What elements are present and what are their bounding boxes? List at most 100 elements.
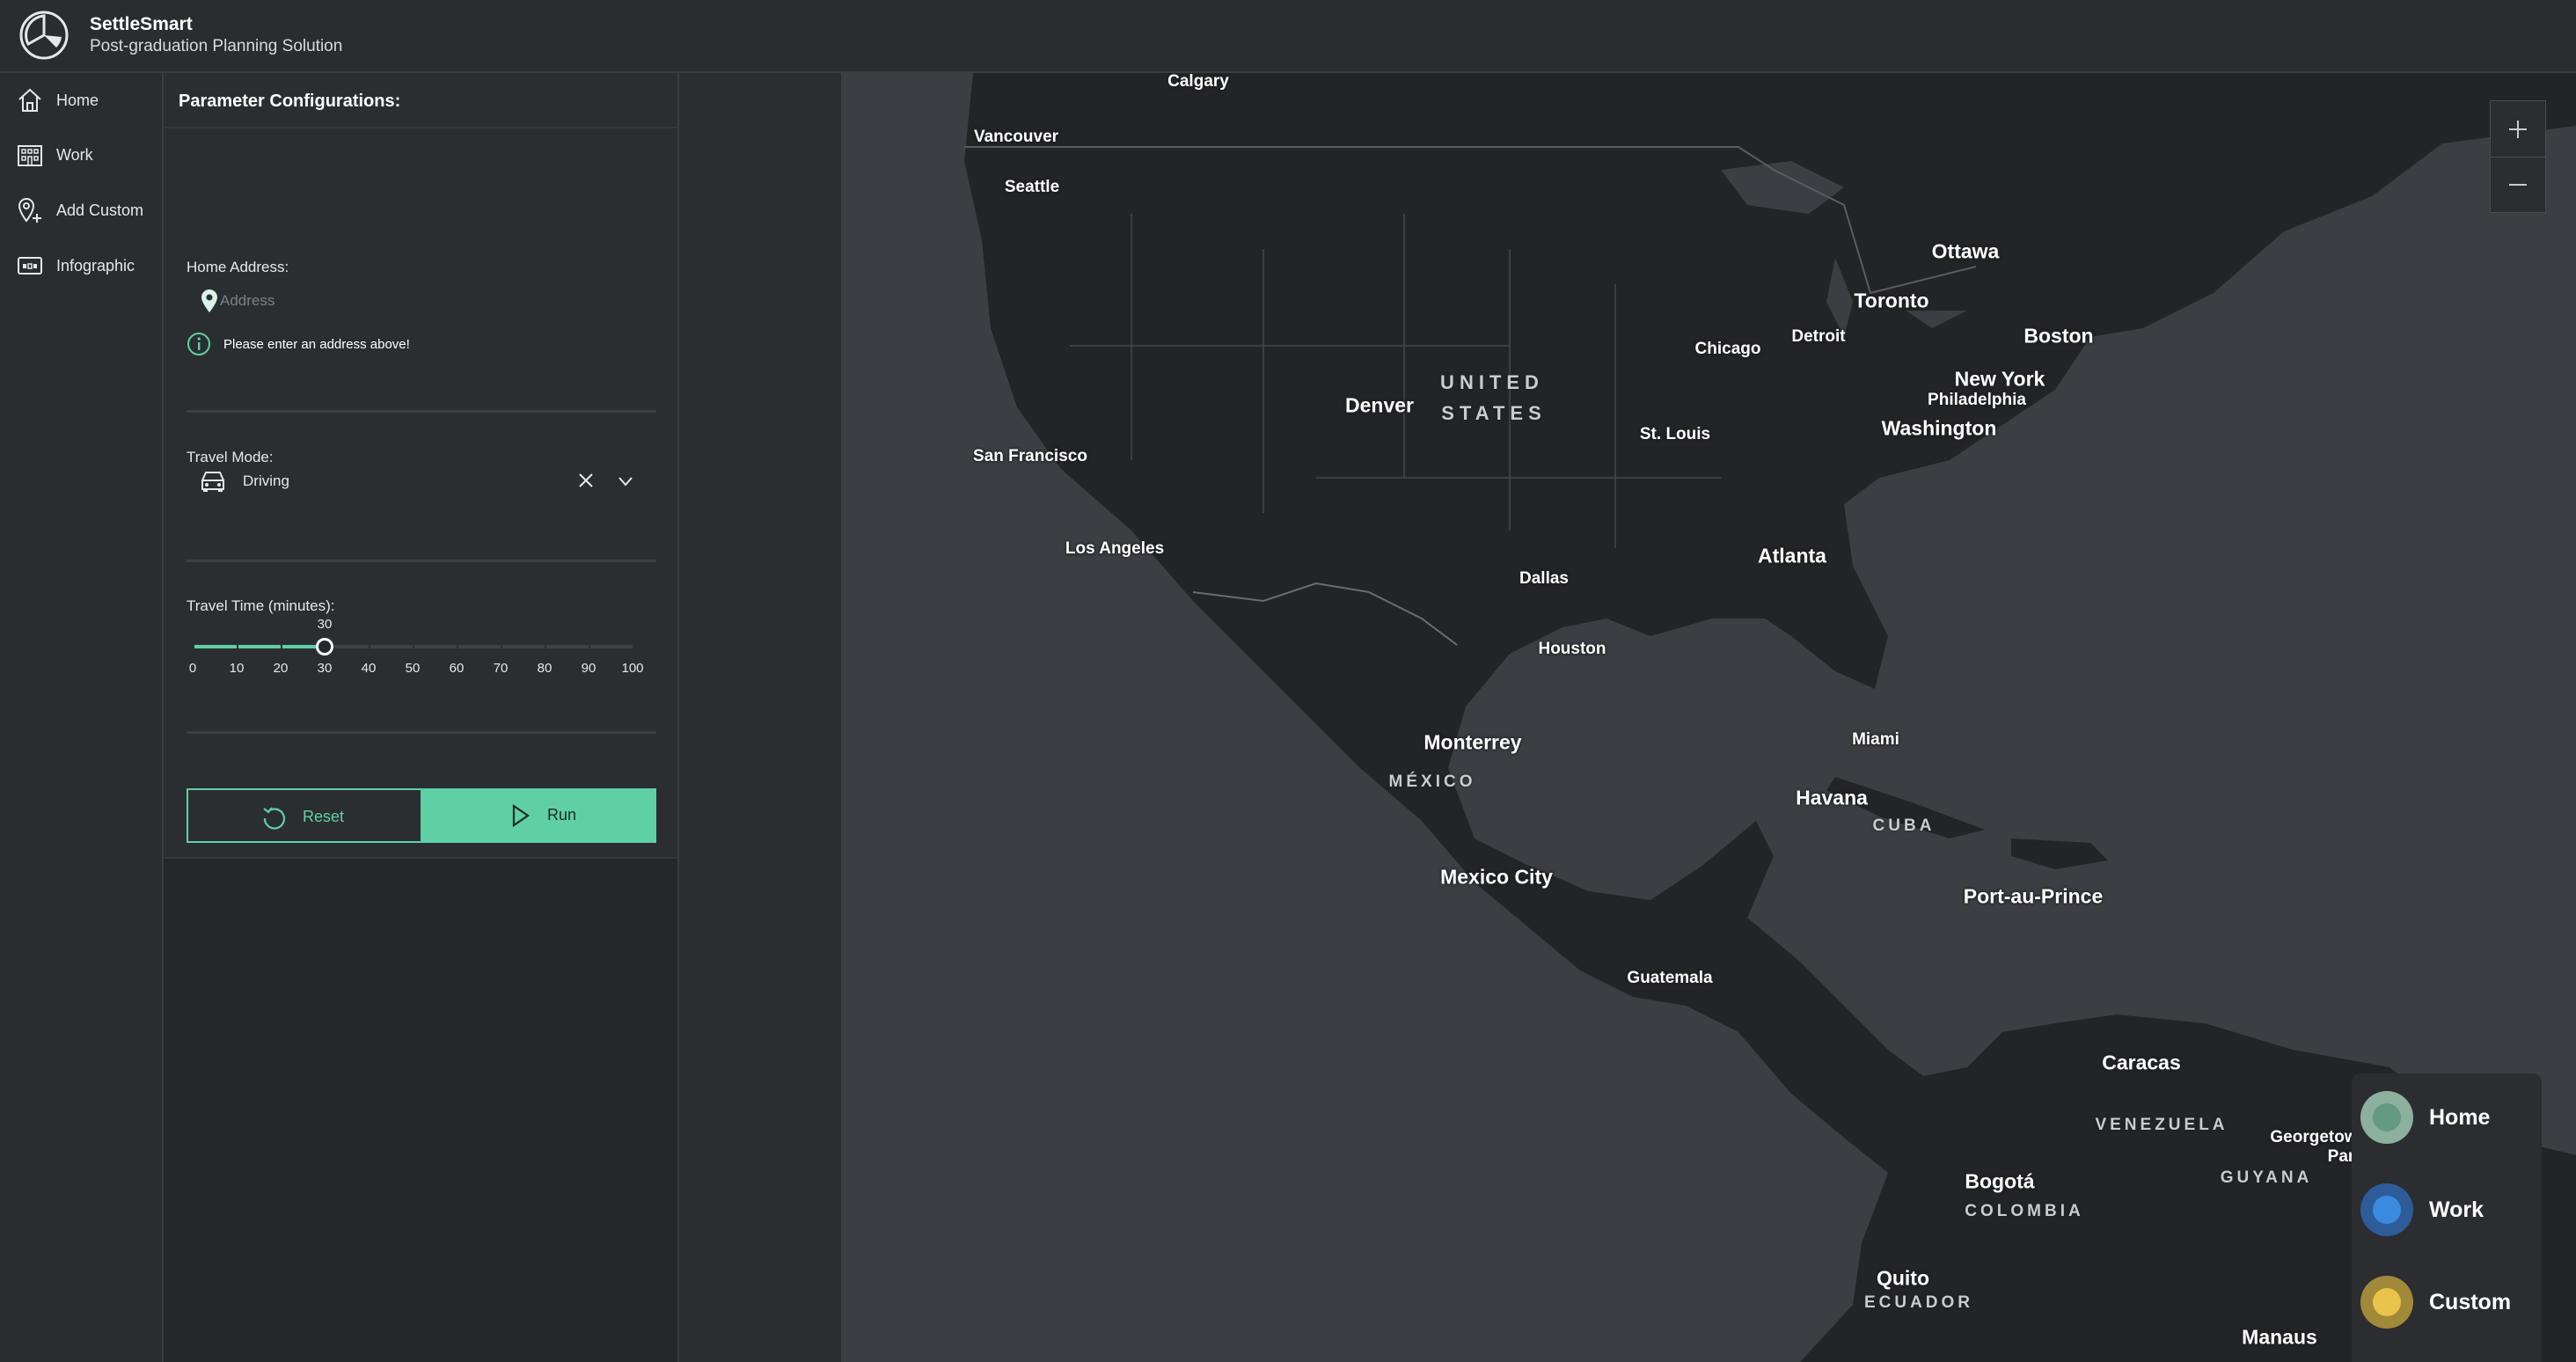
country-label: UNITED [1440, 371, 1544, 393]
slider-step-mark [501, 644, 502, 649]
sidebar-item-infographic[interactable]: Infographic [0, 239, 162, 292]
map-legend: Home Work Custom [2352, 1073, 2542, 1362]
city-label: San Francisco [973, 447, 1087, 465]
city-label: Guatemala [1627, 969, 1713, 987]
slider-tick-label: 0 [188, 661, 197, 676]
city-label: New York [1954, 367, 2045, 391]
app-subtitle: Post-graduation Planning Solution [90, 37, 343, 55]
close-icon[interactable] [575, 470, 596, 491]
zoom-out-button[interactable] [2491, 157, 2545, 212]
city-label: Monterrey [1423, 730, 1522, 754]
map-basemap [964, 73, 2576, 1362]
reset-button-label: Reset [303, 808, 345, 825]
slider-value-label: 30 [317, 617, 333, 632]
legend-swatch [2360, 1183, 2413, 1236]
legend-item-home: Home [2360, 1086, 2536, 1147]
slider-tick-label: 40 [361, 661, 377, 676]
city-label: Georgetow [2270, 1128, 2358, 1146]
slider-tick-label: 20 [273, 661, 289, 676]
chevron-down-icon[interactable] [616, 472, 635, 491]
sidebar-item-home[interactable]: Home [0, 74, 162, 127]
sidebar-item-label: Infographic [56, 257, 135, 275]
map-view[interactable]: UNITED STATES MÉXICO CUBA VENEZUELA GUYA… [841, 73, 2576, 1362]
city-label: Dallas [1519, 569, 1569, 588]
app-title: SettleSmart [90, 14, 193, 34]
travel-mode-value: Driving [243, 472, 289, 489]
slider-tick-label: 10 [229, 661, 245, 676]
city-label: Bogotá [1965, 1169, 2035, 1193]
slider-thumb[interactable] [316, 638, 333, 655]
legend-swatch [2360, 1276, 2413, 1329]
slider-tick-label: 50 [405, 661, 421, 676]
city-label: Denver [1345, 393, 1414, 417]
city-label: Los Angeles [1065, 539, 1165, 558]
city-label: Philadelphia [1928, 391, 2026, 409]
city-label: Boston [2023, 324, 2094, 348]
city-label: Caracas [2102, 1051, 2181, 1074]
city-label: Manaus [2242, 1325, 2317, 1349]
building-icon [18, 145, 42, 166]
panel-gutter [679, 73, 841, 1362]
parameter-panel: Parameter Configurations: Home Address: … [164, 73, 679, 1362]
car-icon [201, 472, 224, 492]
sidebar-item-add-custom[interactable]: Add Custom [0, 184, 162, 237]
slider-step-mark [589, 644, 590, 649]
slider-step-mark [369, 644, 370, 649]
sidebar-item-label: Home [56, 92, 99, 109]
reset-button[interactable]: Reset [187, 788, 422, 843]
panel-header: Parameter Configurations: [164, 73, 677, 128]
country-label: VENEZUELA [2095, 1116, 2228, 1134]
city-label: St. Louis [1639, 425, 1711, 443]
zoom-controls [2490, 100, 2546, 213]
slider-track[interactable] [193, 644, 634, 649]
run-button[interactable]: Run [422, 788, 656, 843]
city-label: Havana [1796, 786, 1868, 809]
slider-step-mark [281, 644, 282, 649]
travel-mode-label: Travel Mode: [187, 449, 274, 465]
slider-step-mark [633, 644, 634, 649]
panel-title: Parameter Configurations: [179, 92, 401, 111]
minus-icon [2509, 184, 2527, 186]
legend-label: Home [2429, 1105, 2491, 1130]
country-label: CUBA [1872, 816, 1936, 835]
home-address-input[interactable] [190, 285, 679, 317]
section-divider [187, 410, 656, 413]
city-label: Par [2327, 1147, 2355, 1166]
app-logo-icon [19, 11, 69, 60]
country-label: GUYANA [2220, 1168, 2313, 1187]
legend-swatch [2360, 1091, 2413, 1144]
slider-tick-label: 60 [449, 661, 465, 676]
info-icon [187, 333, 210, 355]
section-divider [187, 731, 656, 734]
city-label: Calgary [1167, 73, 1229, 91]
city-label: Chicago [1694, 340, 1761, 358]
slider-step-mark [413, 644, 414, 649]
sidebar-item-label: Work [56, 146, 93, 164]
run-button-label: Run [547, 806, 577, 824]
legend-label: Work [2429, 1197, 2485, 1222]
slider-step-mark [237, 644, 238, 649]
city-label: Atlanta [1758, 544, 1826, 568]
home-icon [18, 88, 41, 112]
section-divider [187, 560, 656, 562]
add-location-icon [18, 198, 41, 223]
city-label: Detroit [1791, 327, 1846, 346]
sidebar-nav: Home Work Add Custom Infographic [0, 73, 164, 1362]
country-label: COLOMBIA [1965, 1202, 2084, 1220]
slider-tick-label: 70 [493, 661, 509, 676]
legend-item-work: Work [2360, 1178, 2536, 1240]
city-label: Seattle [1004, 178, 1060, 196]
sidebar-item-label: Add Custom [56, 201, 144, 219]
zoom-in-button[interactable] [2491, 101, 2545, 157]
slider-tick-label: 80 [537, 661, 553, 676]
slider-step-mark [457, 644, 458, 649]
city-label: Port-au-Prince [1963, 884, 2104, 908]
country-label: STATES [1441, 402, 1547, 424]
slider-step-mark [545, 644, 546, 649]
city-label: Vancouver [973, 128, 1059, 146]
slider-tick-label: 100 [621, 661, 644, 676]
plus-icon [2509, 121, 2527, 138]
slider-fill [193, 645, 325, 648]
sidebar-item-work[interactable]: Work [0, 128, 162, 181]
reset-icon [263, 807, 286, 830]
